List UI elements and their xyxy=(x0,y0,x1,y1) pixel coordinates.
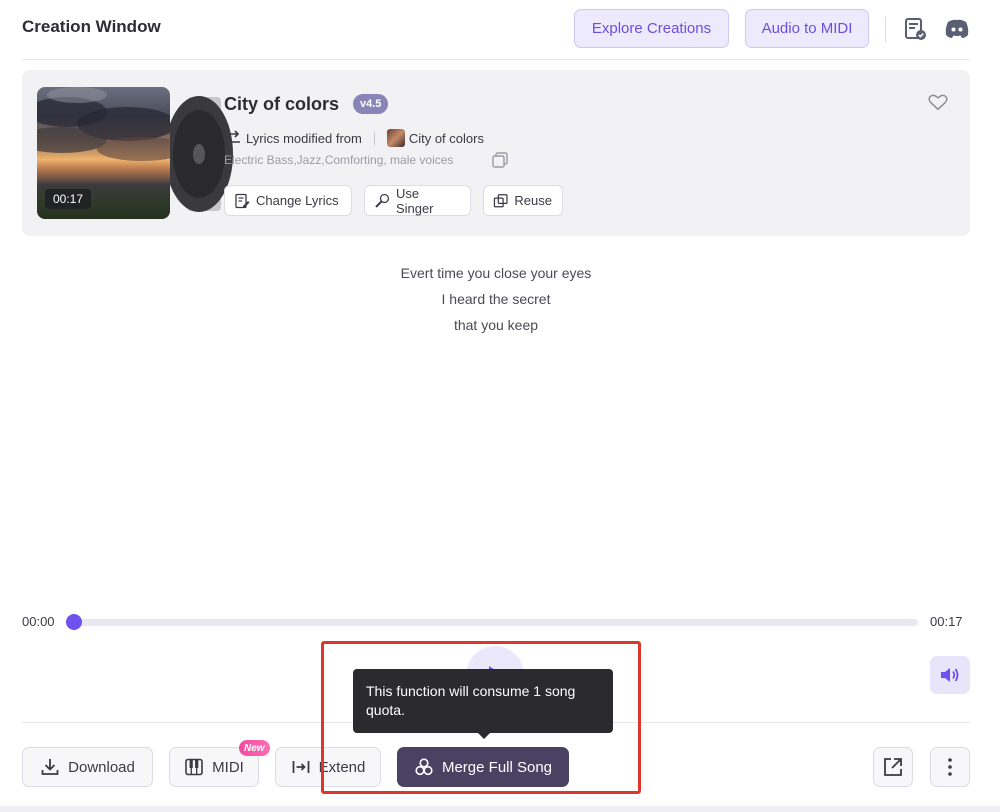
header-divider-line xyxy=(22,59,970,60)
current-time: 00:00 xyxy=(22,614,55,629)
reuse-icon xyxy=(493,193,508,207)
song-title: City of colors xyxy=(224,94,340,114)
header-divider xyxy=(885,17,886,42)
lyrics-source-row: Lyrics modified from City of colors xyxy=(224,128,484,148)
external-link-icon xyxy=(884,758,902,776)
lyrics-modified-label: Lyrics modified from xyxy=(246,130,362,146)
download-icon xyxy=(41,759,59,775)
swap-icon xyxy=(226,130,240,146)
volume-icon xyxy=(941,668,959,682)
cover-area[interactable]: 00:17 xyxy=(37,87,233,219)
piano-icon xyxy=(185,758,203,776)
progress-track[interactable] xyxy=(72,619,918,626)
lyric-line: that you keep xyxy=(453,317,539,333)
audio-to-midi-button[interactable]: Audio to MIDI xyxy=(745,9,869,48)
midi-label: MIDI xyxy=(212,758,244,776)
download-label: Download xyxy=(68,758,135,776)
lyric-line: Evert time you close your eyes xyxy=(400,265,592,281)
meta-divider xyxy=(373,131,375,145)
share-button[interactable] xyxy=(873,747,913,787)
source-song-link[interactable]: City of colors xyxy=(409,131,484,146)
change-lyrics-label: Change Lyrics xyxy=(256,193,339,208)
duration-badge: 00:17 xyxy=(45,189,92,209)
reuse-button[interactable]: Reuse xyxy=(483,185,563,216)
microphone-icon xyxy=(375,193,390,208)
volume-button[interactable] xyxy=(930,656,970,694)
new-badge: New xyxy=(239,740,270,756)
download-button[interactable]: Download xyxy=(22,747,153,787)
source-cover-thumbnail xyxy=(386,129,405,147)
album-cover-image: 00:17 xyxy=(37,87,170,219)
total-time: 00:17 xyxy=(930,614,963,629)
edit-lyrics-icon xyxy=(235,193,250,208)
lyric-line: I heard the secret xyxy=(441,291,551,307)
highlight-box xyxy=(321,641,641,794)
more-vertical-icon xyxy=(948,758,952,776)
version-badge: v4.5 xyxy=(353,94,389,114)
heart-icon[interactable] xyxy=(927,91,949,113)
use-singer-label: Use Singer xyxy=(395,185,434,216)
more-options-button[interactable] xyxy=(930,747,970,787)
use-singer-button[interactable]: Use Singer xyxy=(364,185,471,216)
discord-icon[interactable] xyxy=(944,16,970,42)
copy-icon[interactable] xyxy=(491,151,509,169)
reuse-label: Reuse xyxy=(514,193,552,208)
style-tags: Electric Bass,Jazz,Comforting, male voic… xyxy=(224,153,454,167)
progress-handle[interactable] xyxy=(66,614,82,630)
page-title: Creation Window xyxy=(22,17,161,36)
creation-window-panel: Creation Window Explore Creations Audio … xyxy=(0,0,1000,806)
task-list-icon[interactable] xyxy=(902,16,928,42)
change-lyrics-button[interactable]: Change Lyrics xyxy=(224,185,352,216)
extend-icon xyxy=(292,761,310,773)
explore-creations-button[interactable]: Explore Creations xyxy=(574,9,729,48)
